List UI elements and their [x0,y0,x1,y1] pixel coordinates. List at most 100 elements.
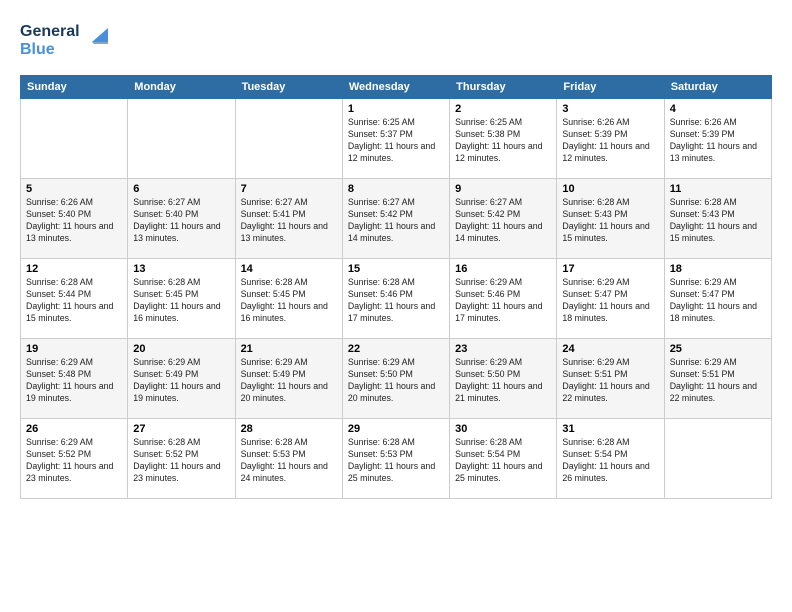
calendar-cell [235,99,342,179]
weekday-header: Saturday [664,76,771,99]
svg-text:Blue: Blue [20,41,55,58]
day-info: Sunrise: 6:25 AM Sunset: 5:37 PM Dayligh… [348,117,444,165]
calendar-cell: 10 Sunrise: 6:28 AM Sunset: 5:43 PM Dayli… [557,179,664,259]
calendar-cell: 5 Sunrise: 6:26 AM Sunset: 5:40 PM Daylig… [21,179,128,259]
day-info: Sunrise: 6:28 AM Sunset: 5:45 PM Dayligh… [133,277,229,325]
day-info: Sunrise: 6:29 AM Sunset: 5:48 PM Dayligh… [26,357,122,405]
day-number: 10 [562,183,658,195]
calendar-cell: 18 Sunrise: 6:29 AM Sunset: 5:47 PM Dayli… [664,259,771,339]
calendar-cell [21,99,128,179]
day-number: 29 [348,423,444,435]
calendar-cell: 17 Sunrise: 6:29 AM Sunset: 5:47 PM Dayli… [557,259,664,339]
calendar-cell: 19Sunrise: 6:29 AM Sunset: 5:48 PM Dayli… [21,339,128,419]
weekday-header: Thursday [450,76,557,99]
day-info: Sunrise: 6:29 AM Sunset: 5:51 PM Dayligh… [562,357,658,405]
day-number: 7 [241,183,337,195]
day-info: Sunrise: 6:29 AM Sunset: 5:49 PM Dayligh… [133,357,229,405]
calendar-cell: 14 Sunrise: 6:28 AM Sunset: 5:45 PM Dayli… [235,259,342,339]
weekday-header: Wednesday [342,76,449,99]
calendar-cell: 25 Sunrise: 6:29 AM Sunset: 5:51 PM Dayli… [664,339,771,419]
calendar-cell: 9Sunrise: 6:27 AM Sunset: 5:42 PM Daylig… [450,179,557,259]
calendar-week-row: 5 Sunrise: 6:26 AM Sunset: 5:40 PM Daylig… [21,179,772,259]
calendar-cell: 12 Sunrise: 6:28 AM Sunset: 5:44 PM Dayli… [21,259,128,339]
calendar-week-row: 26 Sunrise: 6:29 AM Sunset: 5:52 PM Dayli… [21,419,772,499]
day-number: 25 [670,343,766,355]
day-info: Sunrise: 6:28 AM Sunset: 5:54 PM Dayligh… [562,437,658,485]
day-info: Sunrise: 6:29 AM Sunset: 5:47 PM Dayligh… [562,277,658,325]
day-info: Sunrise: 6:28 AM Sunset: 5:54 PM Dayligh… [455,437,551,485]
day-number: 1 [348,103,444,115]
day-info: Sunrise: 6:28 AM Sunset: 5:53 PM Dayligh… [348,437,444,485]
day-number: 8 [348,183,444,195]
day-number: 17 [562,263,658,275]
calendar-cell: 4 Sunrise: 6:26 AM Sunset: 5:39 PM Daylig… [664,99,771,179]
calendar-cell: 13 Sunrise: 6:28 AM Sunset: 5:45 PM Dayli… [128,259,235,339]
calendar-week-row: 1 Sunrise: 6:25 AM Sunset: 5:37 PM Daylig… [21,99,772,179]
calendar-cell: 27 Sunrise: 6:28 AM Sunset: 5:52 PM Dayli… [128,419,235,499]
day-info: Sunrise: 6:27 AM Sunset: 5:40 PM Dayligh… [133,197,229,245]
day-info: Sunrise: 6:27 AM Sunset: 5:42 PM Dayligh… [348,197,444,245]
day-info: Sunrise: 6:26 AM Sunset: 5:40 PM Dayligh… [26,197,122,245]
calendar-cell: 22Sunrise: 6:29 AM Sunset: 5:50 PM Dayli… [342,339,449,419]
day-number: 18 [670,263,766,275]
day-info: Sunrise: 6:29 AM Sunset: 5:52 PM Dayligh… [26,437,122,485]
day-number: 31 [562,423,658,435]
calendar-cell: 26 Sunrise: 6:29 AM Sunset: 5:52 PM Dayli… [21,419,128,499]
calendar-cell [128,99,235,179]
weekday-header: Tuesday [235,76,342,99]
day-info: Sunrise: 6:29 AM Sunset: 5:47 PM Dayligh… [670,277,766,325]
logo: General Blue [20,16,110,65]
calendar-week-row: 19Sunrise: 6:29 AM Sunset: 5:48 PM Dayli… [21,339,772,419]
calendar-cell: 20Sunrise: 6:29 AM Sunset: 5:49 PM Dayli… [128,339,235,419]
day-number: 2 [455,103,551,115]
calendar-cell: 11 Sunrise: 6:28 AM Sunset: 5:43 PM Dayli… [664,179,771,259]
day-number: 5 [26,183,122,195]
day-number: 26 [26,423,122,435]
day-number: 3 [562,103,658,115]
day-info: Sunrise: 6:28 AM Sunset: 5:52 PM Dayligh… [133,437,229,485]
day-info: Sunrise: 6:28 AM Sunset: 5:43 PM Dayligh… [562,197,658,245]
day-number: 15 [348,263,444,275]
calendar-cell: 2 Sunrise: 6:25 AM Sunset: 5:38 PM Daylig… [450,99,557,179]
day-number: 4 [670,103,766,115]
day-number: 11 [670,183,766,195]
weekday-header: Sunday [21,76,128,99]
svg-text:General: General [20,23,80,40]
day-number: 6 [133,183,229,195]
calendar-cell: 21Sunrise: 6:29 AM Sunset: 5:49 PM Dayli… [235,339,342,419]
calendar-cell: 30Sunrise: 6:28 AM Sunset: 5:54 PM Dayli… [450,419,557,499]
header-row: SundayMondayTuesdayWednesdayThursdayFrid… [21,76,772,99]
day-number: 28 [241,423,337,435]
calendar-week-row: 12 Sunrise: 6:28 AM Sunset: 5:44 PM Dayli… [21,259,772,339]
calendar-cell: 16Sunrise: 6:29 AM Sunset: 5:46 PM Dayli… [450,259,557,339]
calendar-cell: 15Sunrise: 6:28 AM Sunset: 5:46 PM Dayli… [342,259,449,339]
day-info: Sunrise: 6:27 AM Sunset: 5:42 PM Dayligh… [455,197,551,245]
day-number: 12 [26,263,122,275]
day-info: Sunrise: 6:28 AM Sunset: 5:53 PM Dayligh… [241,437,337,485]
day-number: 27 [133,423,229,435]
calendar-cell: 1 Sunrise: 6:25 AM Sunset: 5:37 PM Daylig… [342,99,449,179]
day-info: Sunrise: 6:28 AM Sunset: 5:44 PM Dayligh… [26,277,122,325]
weekday-header: Friday [557,76,664,99]
logo-svg: General Blue [20,16,110,60]
calendar-cell: 29 Sunrise: 6:28 AM Sunset: 5:53 PM Dayli… [342,419,449,499]
calendar-table: SundayMondayTuesdayWednesdayThursdayFrid… [20,75,772,499]
day-info: Sunrise: 6:29 AM Sunset: 5:46 PM Dayligh… [455,277,551,325]
day-info: Sunrise: 6:29 AM Sunset: 5:50 PM Dayligh… [455,357,551,405]
calendar-cell: 24Sunrise: 6:29 AM Sunset: 5:51 PM Dayli… [557,339,664,419]
day-info: Sunrise: 6:28 AM Sunset: 5:45 PM Dayligh… [241,277,337,325]
day-info: Sunrise: 6:25 AM Sunset: 5:38 PM Dayligh… [455,117,551,165]
weekday-header: Monday [128,76,235,99]
day-number: 21 [241,343,337,355]
day-info: Sunrise: 6:27 AM Sunset: 5:41 PM Dayligh… [241,197,337,245]
calendar-cell: 6 Sunrise: 6:27 AM Sunset: 5:40 PM Daylig… [128,179,235,259]
day-number: 13 [133,263,229,275]
day-number: 22 [348,343,444,355]
header: General Blue [20,16,772,65]
day-info: Sunrise: 6:28 AM Sunset: 5:43 PM Dayligh… [670,197,766,245]
page: General Blue SundayMondayTuesdayWednesda… [0,0,792,612]
day-info: Sunrise: 6:26 AM Sunset: 5:39 PM Dayligh… [670,117,766,165]
day-number: 14 [241,263,337,275]
day-info: Sunrise: 6:29 AM Sunset: 5:51 PM Dayligh… [670,357,766,405]
calendar-cell: 7 Sunrise: 6:27 AM Sunset: 5:41 PM Daylig… [235,179,342,259]
